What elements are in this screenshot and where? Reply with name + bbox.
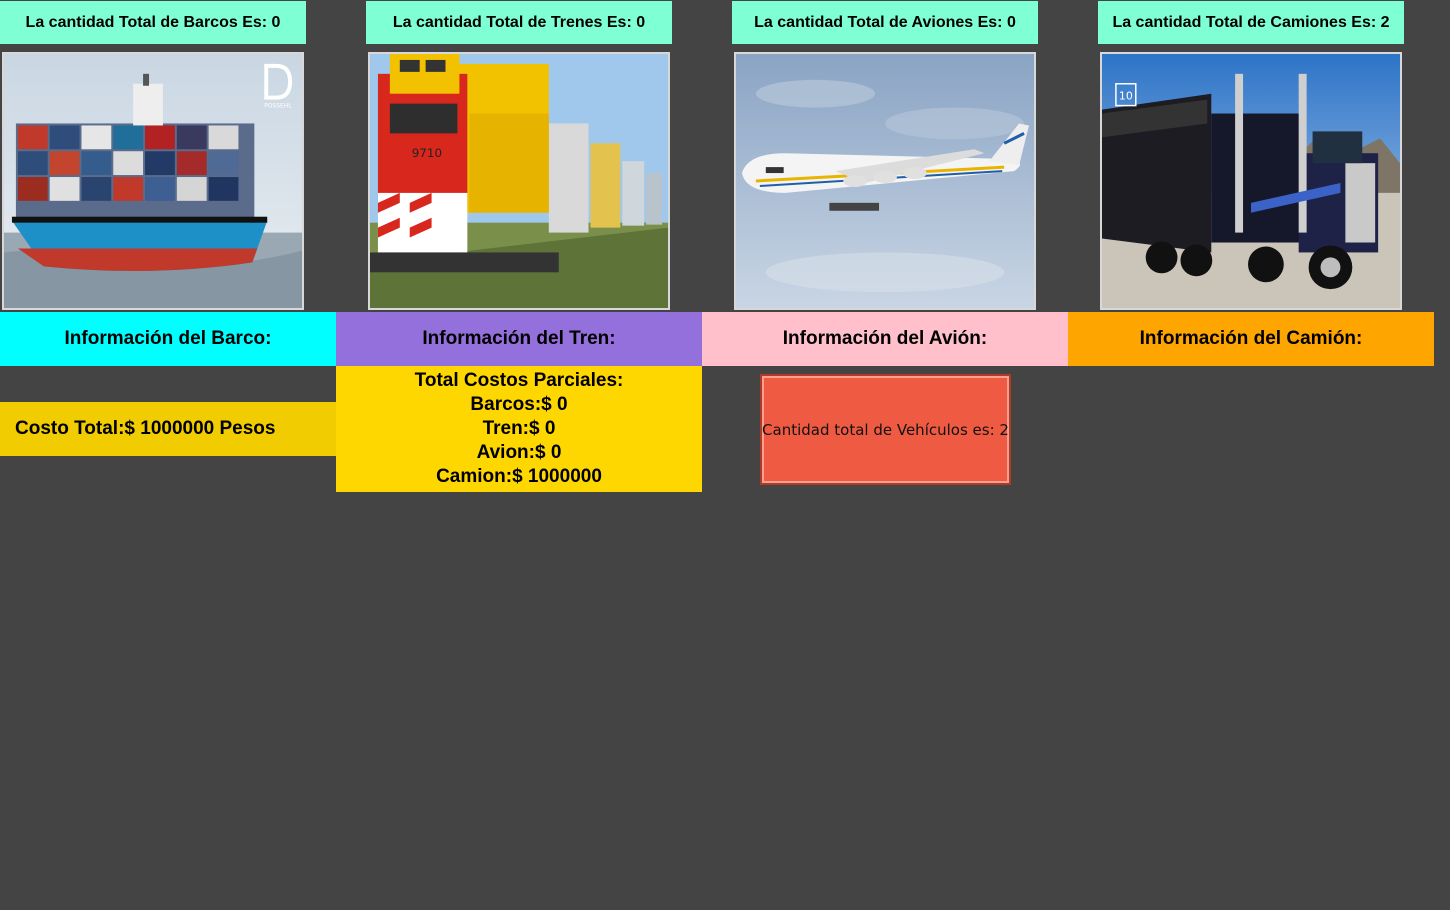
plane-count-label: La cantidad Total de Aviones Es: 0	[732, 1, 1038, 44]
ship-info-header: Información del Barco:	[0, 312, 336, 366]
truck-image[interactable]: 10	[1100, 52, 1402, 310]
partial-cost-barcos: Barcos:$ 0	[470, 394, 568, 415]
plane-info-header: Información del Avión:	[702, 312, 1068, 366]
cost-total-label: Costo Total:$ 1000000 Pesos	[0, 402, 336, 456]
ship-count-label: La cantidad Total de Barcos Es: 0	[0, 1, 306, 44]
train-image[interactable]: 9710	[368, 52, 670, 310]
partial-cost-avion: Avion:$ 0	[476, 442, 562, 463]
truck-info-header: Información del Camión:	[1068, 312, 1434, 366]
truck-logo-text: 10	[1119, 90, 1133, 103]
partial-costs-title: Total Costos Parciales:	[414, 370, 624, 391]
plane-image[interactable]	[734, 52, 1036, 310]
ship-image[interactable]: POSSEHL	[2, 52, 304, 310]
train-number: 9710	[412, 146, 442, 160]
partial-cost-tren: Tren:$ 0	[482, 418, 556, 439]
train-count-label: La cantidad Total de Trenes Es: 0	[366, 1, 672, 44]
partial-cost-camion: Camion:$ 1000000	[436, 466, 602, 487]
train-info-header: Información del Tren:	[336, 312, 702, 366]
truck-count-label: La cantidad Total de Camiones Es: 2	[1098, 1, 1404, 44]
partial-costs-panel: Total Costos Parciales: Barcos:$ 0 Tren:…	[336, 366, 702, 492]
vehicle-total-button[interactable]: Cantidad total de Vehículos es: 2	[760, 374, 1011, 485]
ship-logo-text: POSSEHL	[264, 103, 292, 110]
